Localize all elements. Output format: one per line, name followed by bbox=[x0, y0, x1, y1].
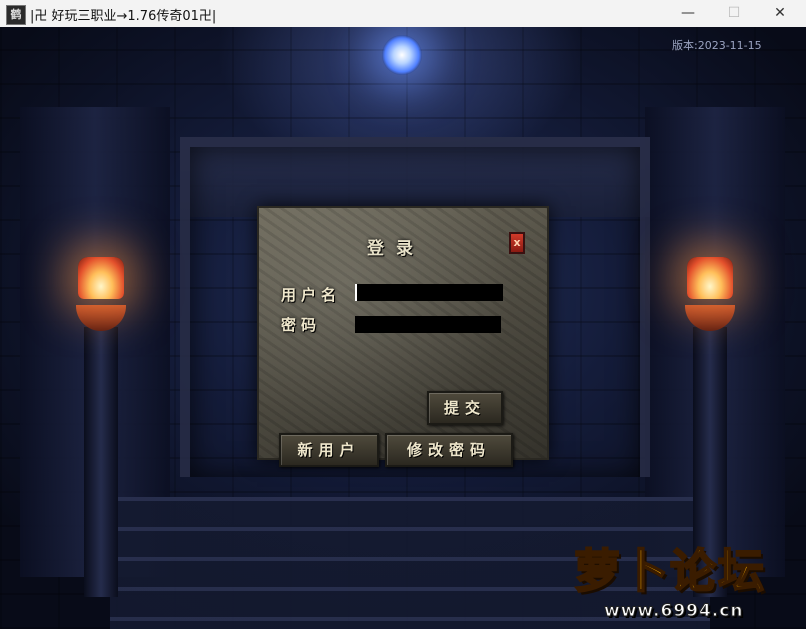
submit-button[interactable]: 提交 bbox=[427, 391, 503, 425]
password-label: 密码 bbox=[281, 316, 322, 334]
login-close-button[interactable]: x bbox=[509, 232, 525, 254]
right-torch-flame-icon bbox=[687, 257, 733, 299]
watermark-logo-text: 萝卜论坛 bbox=[573, 543, 766, 599]
login-title: 登录 bbox=[367, 239, 425, 259]
version-label: 版本:2023-11-15 bbox=[672, 39, 762, 52]
change-password-button[interactable]: 修改密码 bbox=[385, 433, 513, 467]
username-label: 用户名 bbox=[281, 286, 342, 304]
watermark-url: www.6994.cn bbox=[603, 601, 744, 622]
close-window-button[interactable]: ✕ bbox=[757, 0, 803, 27]
password-input[interactable] bbox=[355, 316, 501, 333]
maximize-button[interactable]: ☐ bbox=[711, 0, 757, 27]
username-input[interactable] bbox=[355, 284, 503, 301]
login-panel: 登录 x 用户名 密码 提交 新用户 修改密码 bbox=[257, 206, 549, 467]
window-title: |卍 好玩三职业→1.76传奇01卍| bbox=[30, 9, 217, 24]
forum-watermark: 萝卜论坛 www.6994.cn bbox=[568, 535, 796, 627]
window-titlebar: 鹤 |卍 好玩三职业→1.76传奇01卍| — ☐ ✕ bbox=[0, 0, 806, 28]
game-scene: 版本:2023-11-15 登录 x 用户名 密码 提交 新用户 修改密码 萝卜… bbox=[0, 27, 806, 629]
left-torch-stand bbox=[84, 327, 118, 597]
minimize-button[interactable]: — bbox=[665, 0, 711, 27]
left-torch-flame-icon bbox=[78, 257, 124, 299]
glowing-orb-icon bbox=[382, 35, 422, 75]
app-icon: 鹤 bbox=[6, 5, 26, 25]
new-user-button[interactable]: 新用户 bbox=[279, 433, 379, 467]
